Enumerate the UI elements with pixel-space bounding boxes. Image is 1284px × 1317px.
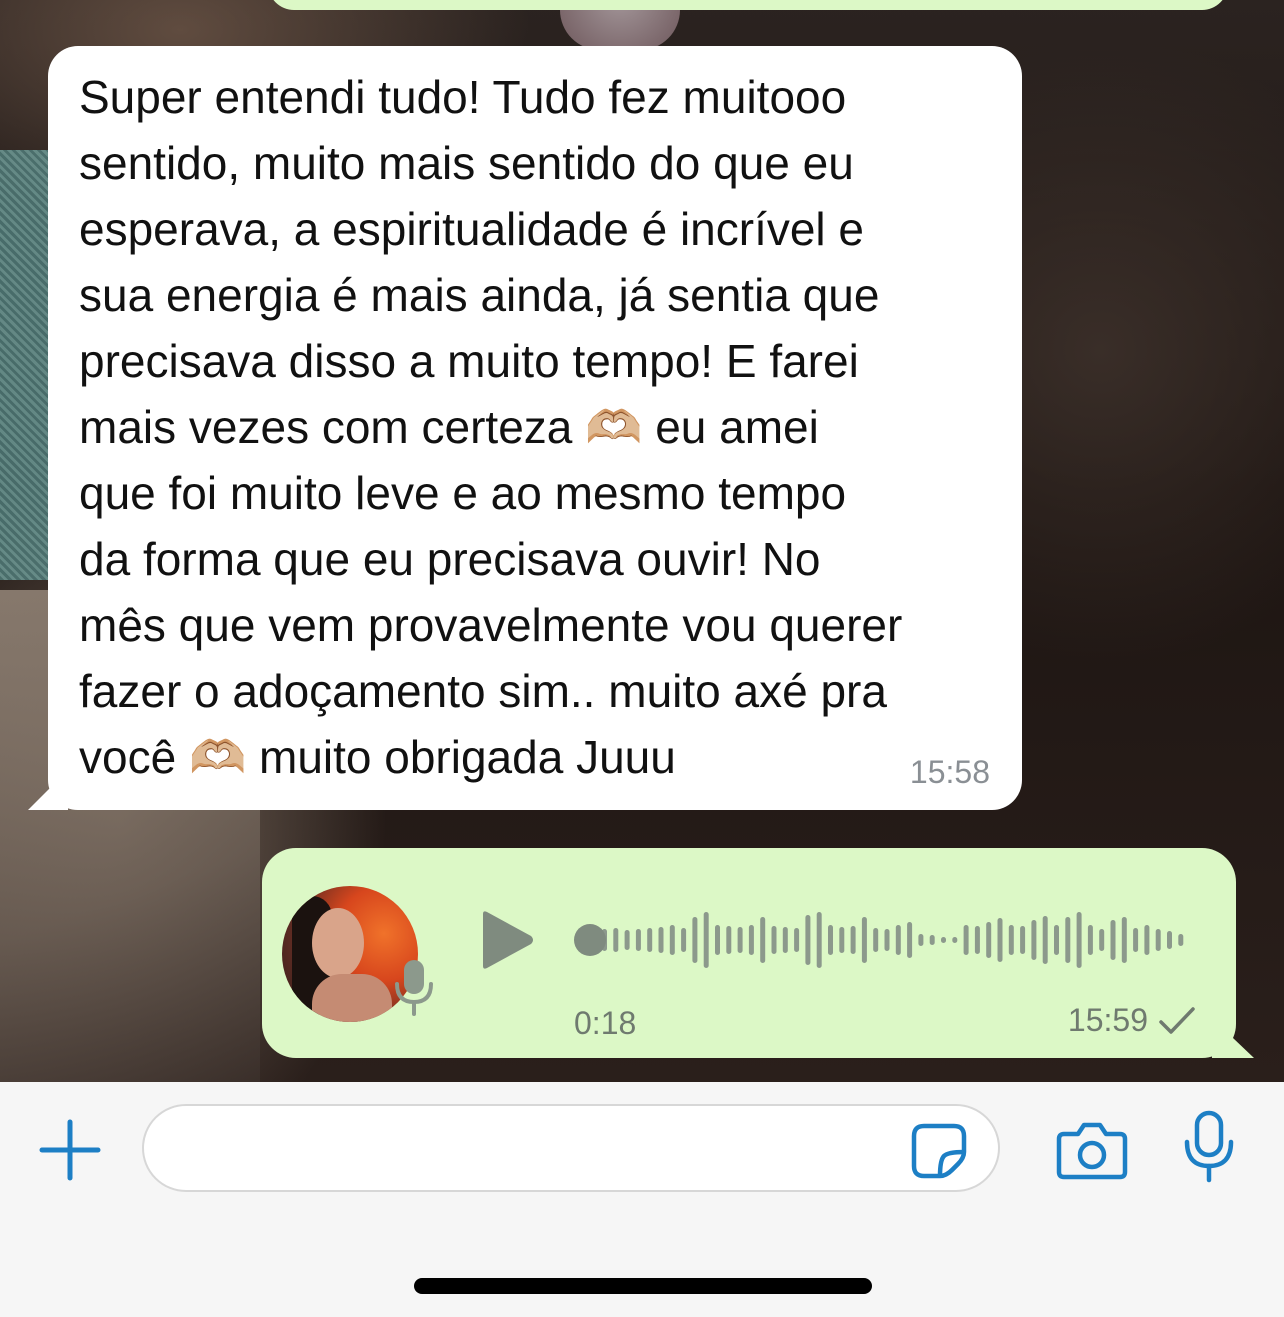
waveform-bar xyxy=(828,925,833,955)
waveform-bar xyxy=(873,928,879,952)
voice-message-bubble[interactable]: 0:18 15:59 xyxy=(262,848,1236,1058)
play-icon[interactable] xyxy=(477,910,537,970)
waveform-bar xyxy=(658,927,664,953)
waveform-bar xyxy=(1144,925,1150,955)
waveform-bar xyxy=(647,928,653,952)
waveform-bar xyxy=(748,925,754,955)
chat-screen: Super entendi tudo! Tudo fez muitooo sen… xyxy=(0,0,1284,1317)
waveform-bar xyxy=(794,928,800,952)
waveform-bar xyxy=(895,925,901,955)
waveform-bar xyxy=(1110,920,1116,960)
single-check-icon xyxy=(1159,1007,1195,1034)
waveform-bar xyxy=(1020,926,1026,954)
sticker-icon[interactable] xyxy=(910,1122,968,1180)
waveform-bar xyxy=(1155,929,1161,951)
previous-message-bubble[interactable] xyxy=(268,0,1228,10)
playhead-knob[interactable] xyxy=(574,924,606,956)
waveform-bar xyxy=(861,917,867,963)
camera-icon[interactable] xyxy=(1056,1120,1128,1180)
waveform-bar xyxy=(974,926,980,954)
waveform-bar xyxy=(715,925,720,955)
waveform-bar xyxy=(941,937,946,943)
waveform-bar xyxy=(997,918,1003,962)
waveform-bar xyxy=(907,922,913,958)
waveform-bar xyxy=(624,930,630,950)
voice-waveform[interactable] xyxy=(572,903,1197,978)
incoming-message-bubble[interactable]: Super entendi tudo! Tudo fez muitooo sen… xyxy=(48,46,1022,810)
waveform-bar xyxy=(1054,925,1059,955)
message-timestamp: 15:59 xyxy=(1067,1002,1148,1038)
waveform-bar xyxy=(952,937,958,943)
home-indicator[interactable] xyxy=(414,1278,872,1294)
waveform-bar xyxy=(1167,931,1172,949)
waveform-bar xyxy=(1065,917,1071,963)
message-timestamp: 15:58 xyxy=(909,754,990,790)
waveform-bar xyxy=(918,934,924,946)
waveform-bar xyxy=(816,912,822,968)
waveform-bar xyxy=(884,929,890,951)
waveform-bar xyxy=(929,935,935,945)
waveform-bar xyxy=(1099,929,1105,951)
message-text: Super entendi tudo! Tudo fez muitooo sen… xyxy=(79,71,903,783)
avatar-body xyxy=(312,974,392,1022)
waveform-bar xyxy=(692,917,698,963)
waveform-bar xyxy=(805,915,811,965)
waveform-bar xyxy=(1008,925,1014,955)
waveform-bar xyxy=(703,912,709,968)
waveform-bar xyxy=(669,925,675,955)
message-composer xyxy=(0,1082,1284,1317)
waveform-bar xyxy=(760,917,766,963)
waveform-bar xyxy=(737,927,743,953)
message-input[interactable] xyxy=(142,1104,1000,1192)
waveform-bar xyxy=(986,922,992,958)
waveform-bar xyxy=(850,926,856,954)
waveform-bar xyxy=(1031,920,1037,960)
waveform-bar xyxy=(635,929,641,951)
waveform-bar xyxy=(963,925,969,955)
waveform-bar xyxy=(782,927,788,953)
microphone-icon[interactable] xyxy=(1182,1110,1236,1184)
avatar-face xyxy=(312,908,364,978)
waveform-bar xyxy=(1087,925,1093,955)
waveform-bar xyxy=(1042,916,1048,964)
waveform-bar xyxy=(771,926,777,954)
waveform-bar xyxy=(1121,917,1127,963)
waveform-bar xyxy=(613,928,619,952)
waveform-bar xyxy=(1178,934,1184,946)
waveform-bar xyxy=(1133,928,1139,952)
microphone-icon xyxy=(395,960,433,1016)
waveform-bar xyxy=(839,927,845,953)
waveform-bar xyxy=(681,928,687,952)
plus-icon[interactable] xyxy=(38,1118,102,1182)
waveform-bar xyxy=(1076,912,1082,968)
voice-duration: 0:18 xyxy=(574,1005,637,1041)
waveform-bar xyxy=(726,926,732,954)
